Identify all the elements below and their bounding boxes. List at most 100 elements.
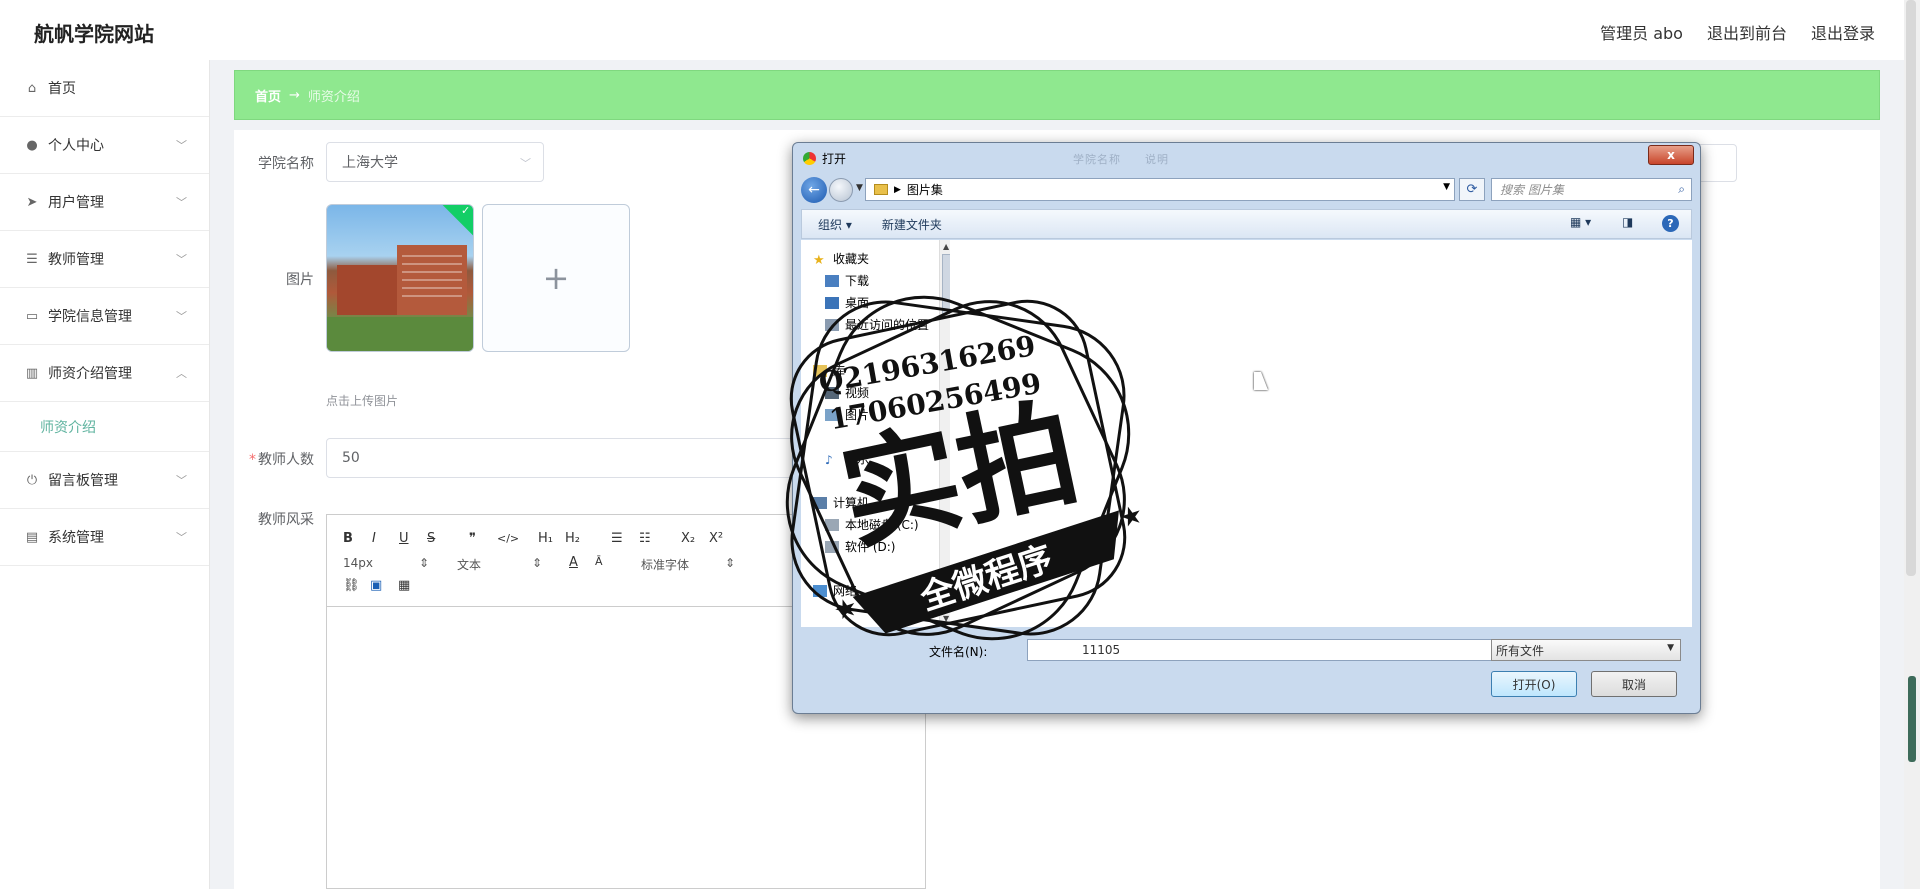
breadcrumb-arrow: →: [289, 87, 300, 103]
video-icon[interactable]: ▦: [398, 578, 410, 593]
view-options-icon[interactable]: ▦ ▾: [1570, 215, 1591, 229]
open-button[interactable]: 打开(O): [1491, 671, 1577, 697]
refresh-icon[interactable]: ⟳: [1459, 178, 1485, 201]
sidebar-item-messages[interactable]: ⏻ 留言板管理 ﹀: [0, 452, 209, 509]
ordered-list-button[interactable]: ☰: [611, 531, 623, 546]
navigation-pane: ★ 收藏夹 下载 桌面 最近访问的位置 库 视频 图片 ♪ 音乐 计算机 本地磁盘 …: [801, 240, 953, 627]
sidebar-item-label: 留言板管理: [48, 473, 118, 489]
address-dropdown-icon[interactable]: ▼: [1443, 182, 1450, 192]
sidebar-item-users[interactable]: ➤ 用户管理 ﹀: [0, 174, 209, 231]
tree-label: 库: [833, 364, 846, 378]
h2-button[interactable]: H₂: [565, 531, 580, 546]
back-arrow-icon[interactable]: ←: [801, 177, 827, 203]
tree-local-disk[interactable]: 本地磁盘 (C:): [825, 516, 919, 533]
new-folder-button[interactable]: 新建文件夹: [882, 216, 942, 233]
tree-label: 音乐: [845, 452, 870, 466]
top-links: 管理员 abo 退出到前台 退出登录: [1600, 20, 1875, 44]
top-bar: 航帆学院网站 管理员 abo 退出到前台 退出登录: [0, 0, 1920, 60]
font-size-select[interactable]: 14px: [343, 556, 373, 570]
history-dropdown-icon[interactable]: ▼: [856, 183, 863, 193]
check-icon: ✓: [461, 204, 471, 217]
filetype-dropdown-icon: ▼: [1667, 643, 1674, 653]
dialog-search-input[interactable]: 搜索 图片集 ⌕: [1491, 178, 1692, 201]
user-icon: ●: [26, 137, 38, 153]
sidebar-subitem-faculty-intro[interactable]: 师资介绍: [0, 402, 209, 452]
filename-value: 11105: [1082, 643, 1121, 657]
sidebar-item-label: 首页: [48, 81, 76, 97]
tree-music[interactable]: ♪ 音乐: [825, 450, 869, 467]
sidebar-item-label: 系统管理: [48, 530, 104, 546]
page-scrollbar-thumb[interactable]: [1906, 0, 1916, 576]
cancel-button[interactable]: 取消: [1591, 671, 1677, 697]
sidebar-item-home[interactable]: ⌂ 首页: [0, 60, 209, 117]
sidebar-item-system[interactable]: ▤ 系统管理 ﹀: [0, 509, 209, 566]
tree-label: 视频: [845, 386, 870, 400]
filetype-select[interactable]: 所有文件 ▼: [1491, 639, 1681, 661]
code-button[interactable]: </>: [497, 532, 519, 545]
h1-button[interactable]: H₁: [538, 531, 553, 546]
dialog-close-button[interactable]: x: [1648, 145, 1694, 165]
scroll-up-icon[interactable]: ▲: [943, 242, 949, 251]
italic-button[interactable]: I: [372, 531, 376, 546]
tree-label: 图片: [845, 408, 870, 422]
sort-icon: ⇕: [419, 556, 430, 570]
tree-downloads[interactable]: 下载: [825, 272, 869, 289]
forward-arrow-icon[interactable]: [829, 178, 853, 202]
search-placeholder: 搜索 图片集: [1500, 183, 1564, 197]
font-color-icon[interactable]: A: [569, 555, 578, 570]
chevron-down-icon: ﹀: [176, 196, 187, 209]
unordered-list-button[interactable]: ☷: [639, 531, 651, 546]
tree-software-disk[interactable]: 软件 (D:): [825, 538, 895, 555]
download-icon: [825, 274, 839, 287]
desktop-icon: [825, 296, 839, 309]
sidebar-item-teachers[interactable]: ☰ 教师管理 ﹀: [0, 231, 209, 288]
filename-input[interactable]: 11105 ▼: [1027, 639, 1545, 661]
tree-recent[interactable]: 最近访问的位置: [825, 316, 929, 333]
address-bar[interactable]: ▶ 图片集 ▼: [865, 178, 1455, 201]
image-icon[interactable]: ▣: [370, 578, 382, 593]
tree-favorites[interactable]: ★ 收藏夹: [813, 250, 869, 268]
sidebar-item-personal[interactable]: ● 个人中心 ﹀: [0, 117, 209, 174]
font-family-select[interactable]: 标准字体: [641, 556, 689, 573]
sidebar-item-college-info[interactable]: ▭ 学院信息管理 ﹀: [0, 288, 209, 345]
teacher-count-input[interactable]: 50: [326, 438, 806, 478]
college-select[interactable]: 上海大学 ﹀: [326, 142, 544, 182]
preview-pane-icon[interactable]: ◨: [1622, 215, 1633, 229]
tree-pictures[interactable]: 图片: [825, 406, 869, 423]
breadcrumb-home[interactable]: 首页: [255, 86, 281, 105]
upload-button[interactable]: +: [482, 204, 630, 352]
help-icon[interactable]: ?: [1662, 215, 1679, 232]
image-windows: [402, 253, 462, 303]
tree-library[interactable]: 库: [813, 362, 845, 379]
underline-button[interactable]: U: [399, 531, 409, 546]
drive-icon: [825, 518, 839, 531]
tree-computer[interactable]: 计算机: [813, 494, 869, 511]
secondary-scrollbar-thumb[interactable]: [1908, 676, 1916, 762]
open-file-dialog: 打开 学院名称 说明 x ← ▼ ▶ 图片集 ▼ ⟳ 搜索 图片集 ⌕ 组织 ▾…: [792, 142, 1701, 714]
logout-link[interactable]: 退出登录: [1811, 20, 1875, 44]
tree-network[interactable]: 网络: [813, 582, 857, 599]
sidebar-item-faculty[interactable]: ▥ 师资介绍管理 ︿: [0, 345, 209, 402]
upload-success-badge: ✓: [441, 204, 473, 237]
search-icon[interactable]: ⌕: [1678, 182, 1685, 197]
organize-menu[interactable]: 组织 ▾: [818, 216, 852, 233]
uploaded-image[interactable]: ✓: [326, 204, 474, 352]
breadcrumb: 首页 → 师资介绍: [234, 70, 1880, 120]
bold-button[interactable]: B: [343, 531, 353, 546]
tree-video[interactable]: 视频: [825, 384, 869, 401]
background-color-icon[interactable]: Ā: [595, 555, 603, 568]
tree-desktop[interactable]: 桌面: [825, 294, 869, 311]
send-icon: ➤: [26, 194, 38, 210]
to-front-link[interactable]: 退出到前台: [1707, 20, 1787, 44]
link-icon[interactable]: ⛓: [343, 578, 360, 593]
text-style-select[interactable]: 文本: [457, 556, 481, 573]
subscript-button[interactable]: X₂: [681, 531, 695, 546]
quote-button[interactable]: ❞: [469, 531, 476, 546]
file-list-pane[interactable]: [950, 240, 1692, 627]
card-icon: ▤: [25, 529, 39, 545]
superscript-button[interactable]: X²: [709, 531, 723, 546]
tree-label: 下载: [845, 274, 870, 288]
scroll-down-icon[interactable]: ▼: [943, 614, 949, 623]
strike-button[interactable]: S: [427, 531, 435, 546]
dialog-blurred-text: 学院名称 说明: [1073, 153, 1169, 166]
